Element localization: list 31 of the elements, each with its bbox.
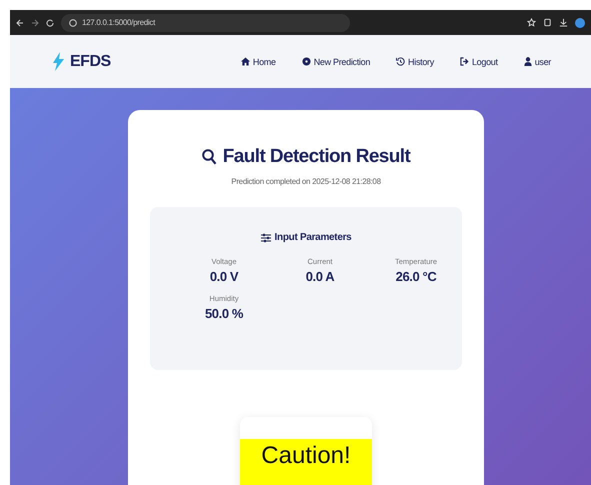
disc-icon[interactable] xyxy=(302,57,311,66)
home-icon[interactable] xyxy=(240,57,250,66)
info-icon[interactable] xyxy=(69,18,77,26)
reload-icon[interactable] xyxy=(46,18,54,26)
panel-title: Input Parameters xyxy=(274,232,352,243)
nav-link[interactable]: Logout xyxy=(460,56,498,66)
back-icon[interactable] xyxy=(16,18,24,26)
nav-link[interactable]: Home xyxy=(240,56,276,66)
logout-icon[interactable] xyxy=(460,57,469,66)
nav-link[interactable]: user xyxy=(524,56,551,66)
parameter-value: 50.0 % xyxy=(204,306,244,321)
sliders-icon xyxy=(260,232,271,242)
star-icon[interactable] xyxy=(527,18,536,27)
brand-name[interactable]: EFDS xyxy=(70,52,111,70)
forward-icon[interactable] xyxy=(31,18,39,26)
parameter-value: 26.0 °C xyxy=(396,269,436,284)
history-icon[interactable] xyxy=(396,57,406,66)
address-bar[interactable]: 127.0.0.1:5000/predict xyxy=(61,14,350,32)
user-icon[interactable] xyxy=(524,57,532,66)
download-icon[interactable] xyxy=(559,18,568,27)
nav-link[interactable]: New Prediction xyxy=(302,56,370,66)
lightning-icon xyxy=(53,52,64,71)
completion-time: Prediction completed on 2025-12-08 21:28:08 xyxy=(230,177,382,186)
caution-sign: Caution! xyxy=(240,439,372,485)
parameter-value: 0.0 V xyxy=(210,269,238,284)
profile-icon[interactable] xyxy=(575,18,585,28)
nav-link[interactable]: History xyxy=(396,56,434,66)
parameter-value: 0.0 A xyxy=(306,269,334,284)
search-icon xyxy=(202,148,217,166)
extension-icon[interactable] xyxy=(543,18,552,27)
result-title: Fault Detection Result xyxy=(222,146,410,168)
